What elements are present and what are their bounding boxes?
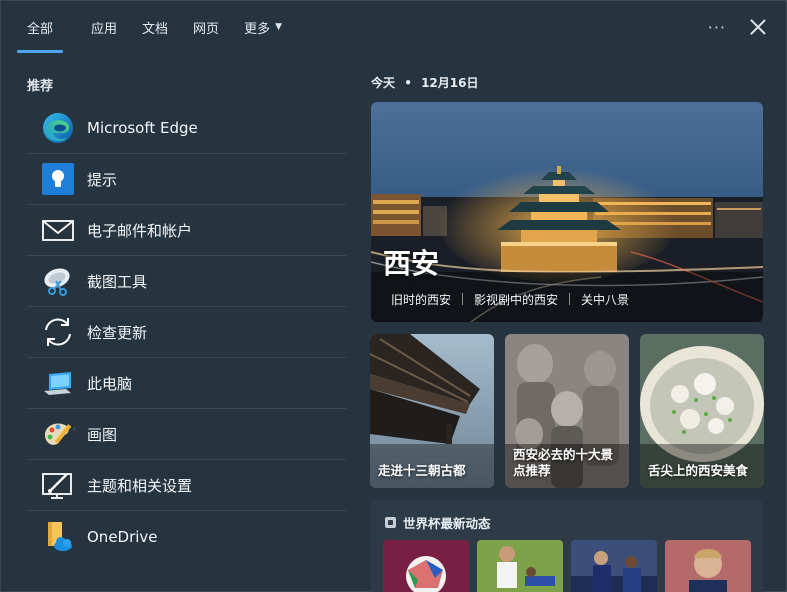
app-label: OneDrive [87, 527, 158, 546]
app-item-mail[interactable]: 电子邮件和帐户 [27, 205, 346, 256]
worldcup-thumb[interactable] [571, 540, 657, 592]
app-label: Microsoft Edge [87, 119, 198, 137]
worldcup-title: 世界杯最新动态 [403, 516, 491, 531]
app-label: 此电脑 [87, 374, 133, 393]
onedrive-icon [41, 520, 75, 554]
worldcup-thumb[interactable] [383, 540, 469, 592]
players-celebrating-image [571, 540, 657, 592]
player-portrait-image [665, 540, 751, 592]
app-label: 电子邮件和帐户 [87, 221, 193, 240]
recommend-title: 推荐 [27, 79, 54, 94]
today-label: 今天 [371, 76, 396, 90]
paint-icon [41, 417, 75, 451]
app-label: 截图工具 [87, 272, 148, 291]
app-item-tips[interactable]: 提示 [27, 154, 346, 205]
topic-card[interactable]: 走进十三朝古都 [370, 334, 494, 488]
theme-settings-icon [41, 468, 75, 502]
worldcup-thumb[interactable] [477, 540, 563, 592]
tab-all[interactable]: 全部 [16, 1, 64, 53]
hero-image [371, 102, 763, 322]
app-item-theme-settings[interactable]: 主题和相关设置 [27, 460, 346, 511]
divider [462, 293, 464, 305]
app-label: 检查更新 [87, 323, 148, 342]
computer-icon [41, 366, 75, 400]
tab-apps-label: 应用 [91, 21, 118, 37]
top-nav: 全部 应用 文档 网页 更多 ▼ ··· [1, 1, 787, 53]
app-item-edge[interactable]: Microsoft Edge [27, 103, 346, 154]
today-date: 今天 • 12月16日 [371, 74, 478, 91]
worldcup-thumbnails [383, 540, 759, 592]
card-title: 舌尖上的西安美食 [648, 463, 749, 478]
edge-icon [41, 111, 75, 145]
app-label: 提示 [87, 170, 118, 189]
topic-cards: 走进十三朝古都 西安必去的十大景点推荐 舌尖上的西安美食 [370, 334, 764, 488]
hero-title: 西安 [383, 247, 440, 280]
card-title: 西安必去的十大景点推荐 [513, 447, 614, 478]
chevron-down-icon: ▼ [275, 22, 282, 32]
tab-documents[interactable]: 文档 [142, 1, 168, 53]
player-image [477, 540, 563, 592]
news-icon [385, 517, 396, 528]
worldcup-header[interactable]: 世界杯最新动态 [385, 513, 491, 532]
card-title: 走进十三朝古都 [378, 463, 466, 478]
topic-card[interactable]: 舌尖上的西安美食 [640, 334, 764, 488]
ellipsis-icon[interactable]: ··· [708, 18, 726, 37]
divider [569, 293, 571, 305]
tab-more-label: 更多 [244, 21, 271, 37]
hero-card-xian[interactable]: 西安 旧时的西安 影视剧中的西安 关中八景 [371, 102, 763, 322]
worldcup-panel: 世界杯最新动态 [371, 500, 763, 592]
mail-icon [41, 213, 75, 247]
topic-card[interactable]: 西安必去的十大景点推荐 [505, 334, 629, 488]
hero-link[interactable]: 旧时的西安 [391, 291, 451, 308]
app-label: 主题和相关设置 [87, 476, 193, 495]
tab-more[interactable]: 更多 ▼ [244, 1, 282, 53]
app-item-paint[interactable]: 画图 [27, 409, 346, 460]
tab-web[interactable]: 网页 [193, 1, 219, 53]
hero-link[interactable]: 影视剧中的西安 [474, 291, 558, 308]
app-item-check-updates[interactable]: 检查更新 [27, 307, 346, 358]
tab-all-label: 全部 [27, 21, 54, 37]
recommend-list: Microsoft Edge 提示 电子邮件和帐户 截图工具 检查更新 此电脑 … [27, 103, 346, 562]
tab-apps[interactable]: 应用 [91, 1, 117, 53]
refresh-icon [41, 315, 75, 349]
app-item-this-pc[interactable]: 此电脑 [27, 358, 346, 409]
today-dot: • [404, 76, 412, 90]
app-item-onedrive[interactable]: OneDrive [27, 511, 346, 562]
worldcup-thumb[interactable] [665, 540, 751, 592]
tips-icon [41, 162, 75, 196]
today-date-value: 12月16日 [421, 76, 479, 90]
football-flags-image [383, 540, 469, 592]
snipping-tool-icon [41, 264, 75, 298]
app-label: 画图 [87, 425, 118, 444]
tab-documents-label: 文档 [142, 21, 169, 37]
close-icon[interactable] [750, 19, 766, 35]
hero-link[interactable]: 关中八景 [581, 291, 629, 308]
search-flyout: 全部 应用 文档 网页 更多 ▼ ··· 推荐 Microsoft Edge 提… [0, 0, 787, 592]
app-item-snipping-tool[interactable]: 截图工具 [27, 256, 346, 307]
hero-links: 旧时的西安 影视剧中的西安 关中八景 [391, 291, 629, 308]
tab-web-label: 网页 [193, 21, 220, 37]
top-actions: ··· [708, 1, 766, 53]
